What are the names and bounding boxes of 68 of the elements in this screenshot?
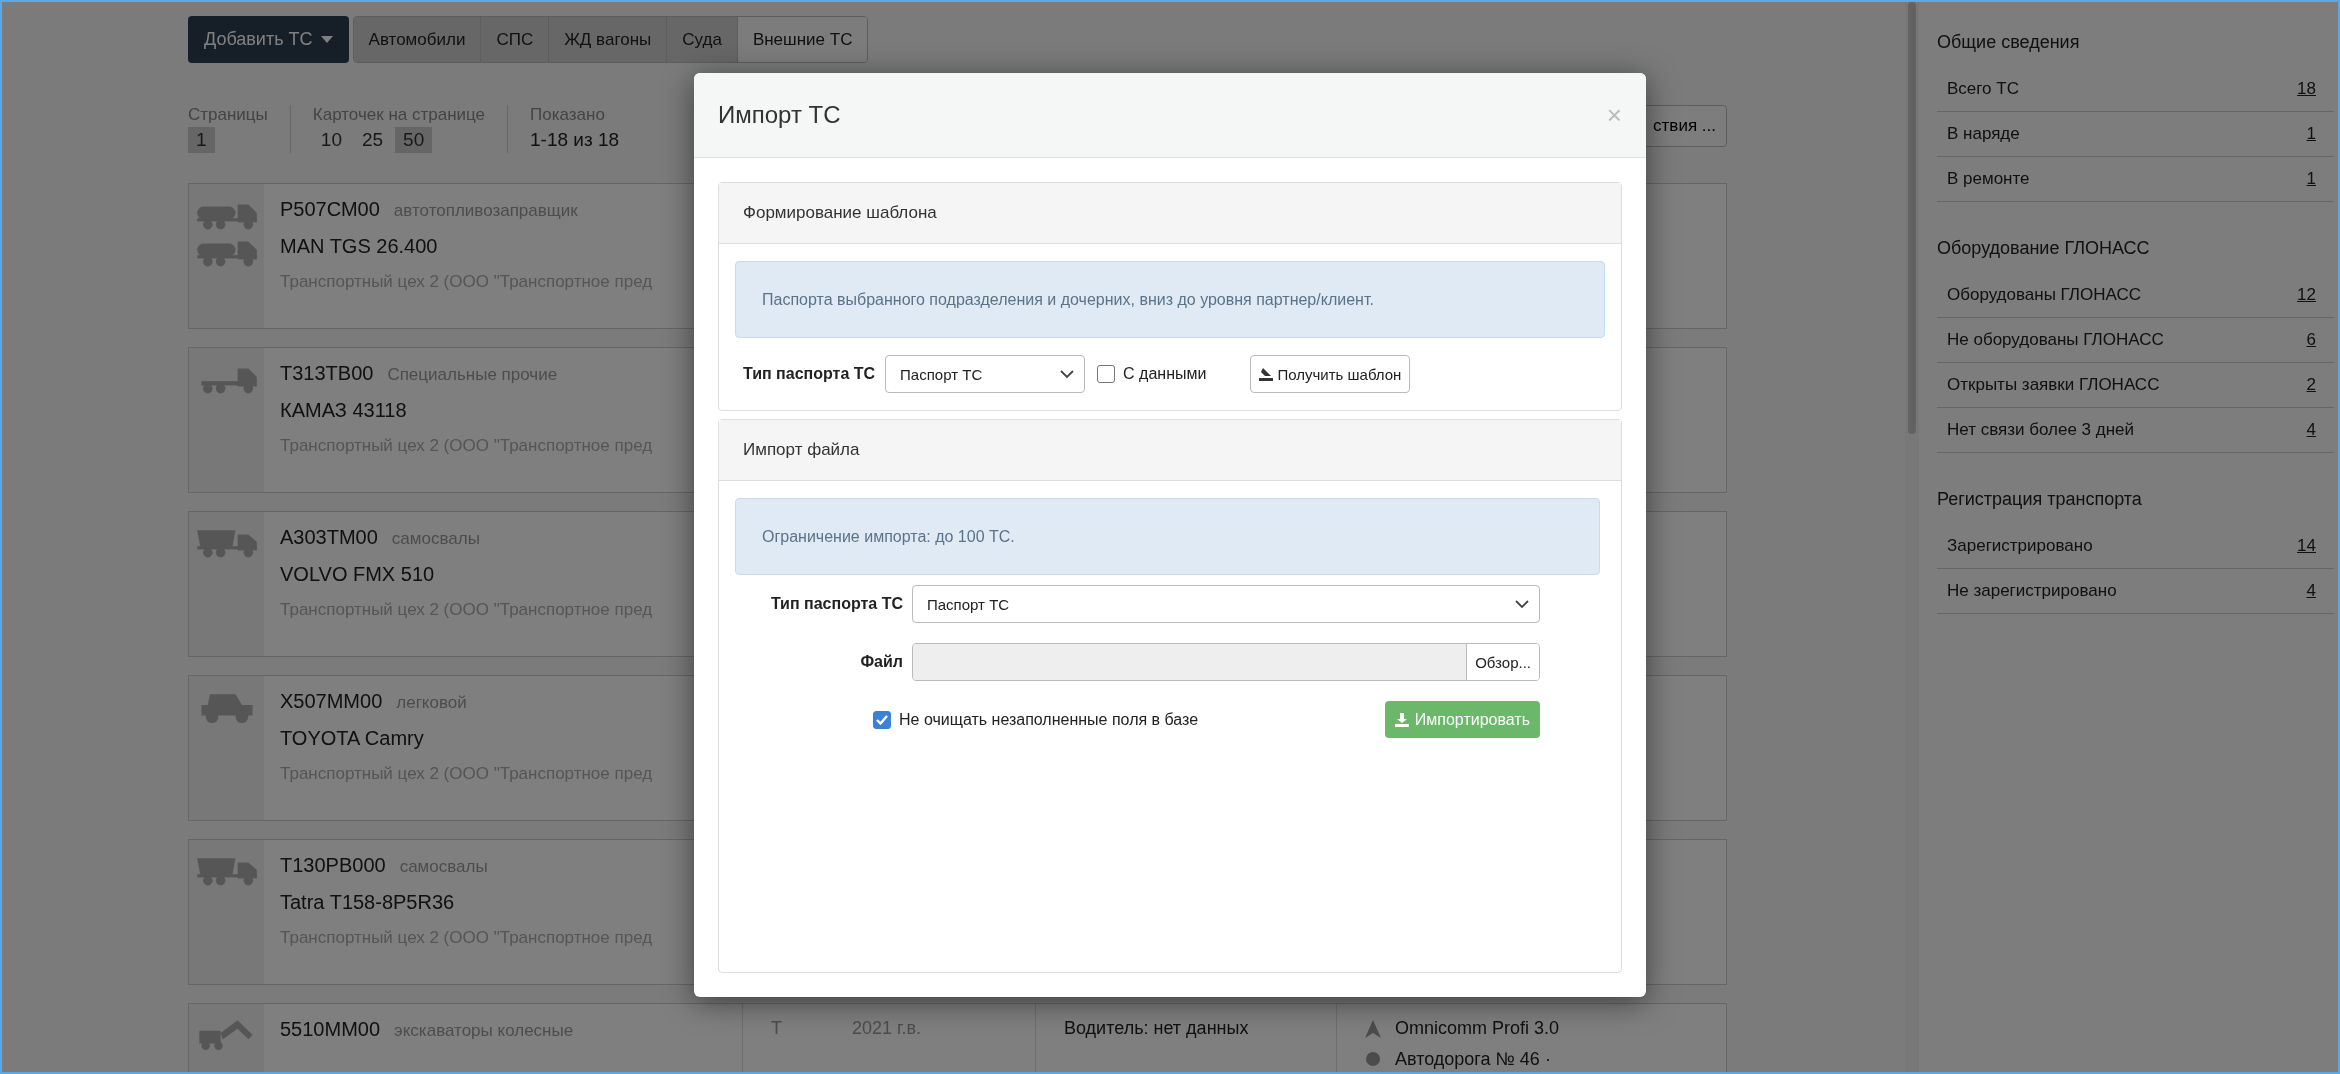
plate-number: Т130РВ000 — [280, 854, 386, 877]
filter-tab[interactable]: Суда — [667, 17, 738, 62]
vehicle-model: VOLVO FMX 510 — [280, 563, 436, 586]
stat-count-link[interactable]: 14 — [2297, 536, 2316, 556]
panel-title: Формирование шаблона — [743, 203, 937, 223]
vehicle-model: TOYOTA Camry — [280, 727, 425, 750]
stat-count-link[interactable]: 4 — [2306, 581, 2316, 601]
stat-label: В ремонте — [1947, 169, 2030, 189]
stat-label: В наряде — [1947, 124, 2020, 144]
stat-count-link[interactable]: 6 — [2306, 330, 2316, 350]
panel-title: Импорт файла — [743, 440, 860, 460]
plate-number: Т313ТВ00 — [280, 362, 374, 385]
chevron-down-icon — [1515, 599, 1529, 609]
plate-number: Р507СМ00 — [280, 198, 380, 221]
browse-button[interactable]: Обзор... — [1466, 644, 1539, 680]
add-vehicle-button[interactable]: Добавить ТС — [188, 16, 349, 63]
dialog-title: Импорт ТС — [718, 101, 841, 129]
plate-number: А303ТМ00 — [280, 526, 378, 549]
checkbox[interactable] — [1097, 365, 1116, 383]
filter-tab[interactable]: ЖД вагоны — [549, 17, 668, 62]
vehicle-model: MAN TGS 26.400 — [280, 235, 439, 258]
stat-label: Не оборудованы ГЛОНАСС — [1947, 330, 2164, 350]
device-name: Omnicomm Profi 3.0 — [1395, 1018, 1560, 1039]
per-page-option[interactable]: 25 — [353, 127, 392, 153]
stat-label: Открыты заявки ГЛОНАСС — [1947, 375, 2160, 395]
field-label: Тип паспорта ТС — [769, 595, 903, 613]
stat-count-link[interactable]: 12 — [2297, 285, 2316, 305]
page-link[interactable]: 1 — [188, 127, 215, 153]
per-page-option[interactable]: 10 — [312, 127, 350, 153]
stat-label: Не зарегистрировано — [1947, 581, 2117, 601]
vehicle-model: КАМАЗ 43118 — [280, 399, 408, 422]
stat-label: Оборудованы ГЛОНАСС — [1947, 285, 2142, 305]
stat-count-link[interactable]: 4 — [2306, 420, 2316, 440]
stat-label: Зарегистрировано — [1947, 536, 2093, 556]
stat-count-link[interactable]: 1 — [2306, 124, 2316, 144]
field-label: Файл — [859, 653, 903, 671]
vehicle-model: Tatra T158-8P5R36 — [280, 891, 456, 914]
section-title: Регистрация транспорта — [1937, 488, 2143, 511]
plate-number: 5510ММ00 — [280, 1018, 381, 1041]
plate-number: Х507ММ00 — [280, 690, 383, 713]
driver-info: Водитель: нет данных — [1064, 1018, 1250, 1039]
address: Автодорога № 46 · — [1395, 1049, 1551, 1070]
chevron-down-icon — [1060, 369, 1075, 379]
import-button[interactable]: Импортировать — [1384, 701, 1540, 738]
section-title: Оборудование ГЛОНАСС — [1937, 237, 2151, 260]
info-alert: Ограничение импорта: до 100 ТС. — [735, 498, 1600, 575]
passport-type-select[interactable]: Паспорт ТС — [885, 355, 1086, 393]
checkbox-label: С данными — [1123, 365, 1207, 383]
info-alert: Паспорта выбранного подразделения и дочерних, вниз до уровня партнер/клиент. — [735, 261, 1605, 338]
section-title: Общие сведения — [1937, 31, 2081, 54]
stat-label: Нет связи более 3 дней — [1947, 420, 2135, 440]
location-icon — [1365, 1050, 1381, 1069]
triangle-icon — [1365, 1019, 1381, 1038]
stat-count-link[interactable]: 2 — [2306, 375, 2316, 395]
stat-label: Всего ТС — [1947, 79, 2019, 99]
caret-icon — [320, 36, 333, 43]
field-label: Тип паспорта ТС — [743, 365, 876, 383]
checkbox[interactable] — [873, 710, 891, 729]
get-template-button[interactable]: Получить шаблон — [1250, 355, 1411, 393]
filter-tab[interactable]: Автомобили — [353, 17, 482, 62]
stat-count-link[interactable]: 18 — [2297, 79, 2316, 99]
checkbox-label: Не очищать незаполненные поля в базе — [899, 710, 1199, 729]
filter-tab[interactable]: СПС — [481, 17, 550, 62]
passport-type-select[interactable]: Паспорт ТС — [912, 585, 1540, 623]
shown-count: 1-18 из 18 — [530, 128, 620, 152]
per-page-option[interactable]: 50 — [395, 127, 433, 153]
file-field[interactable]: Обзор... — [912, 643, 1540, 681]
stat-count-link[interactable]: 1 — [2306, 169, 2316, 189]
